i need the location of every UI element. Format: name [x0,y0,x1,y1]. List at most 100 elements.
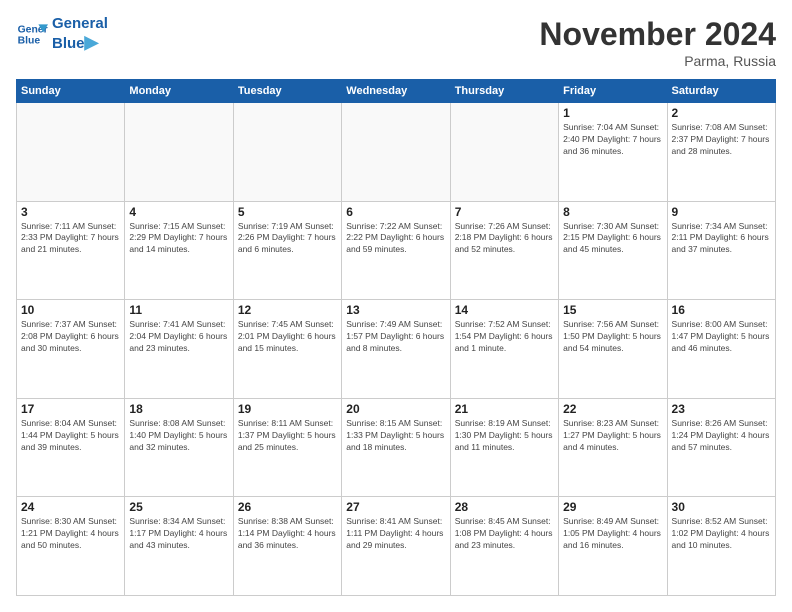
day-info: Sunrise: 8:45 AM Sunset: 1:08 PM Dayligh… [455,516,554,552]
calendar-cell-w4-d6: 22 Sunrise: 8:23 AM Sunset: 1:27 PM Dayli… [559,398,667,497]
calendar-cell-w2-d6: 8Sunrise: 7:30 AM Sunset: 2:15 PM Daylig… [559,201,667,300]
day-number: 29 [563,500,662,514]
calendar-cell-w3-d3: 12 Sunrise: 7:45 AM Sunset: 2:01 PM Dayli… [233,300,341,399]
day-info: Sunrise: 7:22 AM Sunset: 2:22 PM Dayligh… [346,221,445,257]
header: General Blue General Blue▶ November 2024… [16,16,776,69]
day-number: 4 [129,205,228,219]
week-row-2: 3Sunrise: 7:11 AM Sunset: 2:33 PM Daylig… [17,201,776,300]
day-number: 1 [563,106,662,120]
day-number: 6 [346,205,445,219]
day-number: 24 [21,500,120,514]
calendar-cell-w1-d2 [125,103,233,202]
day-info: Sunrise: 7:41 AM Sunset: 2:04 PM Dayligh… [129,319,228,355]
logo-icon: General Blue [16,18,48,50]
calendar-cell-w5-d5: 28 Sunrise: 8:45 AM Sunset: 1:08 PM Dayli… [450,497,558,596]
day-info: Sunrise: 7:45 AM Sunset: 2:01 PM Dayligh… [238,319,337,355]
day-number: 18 [129,402,228,416]
day-number: 20 [346,402,445,416]
day-info: Sunrise: 8:49 AM Sunset: 1:05 PM Dayligh… [563,516,662,552]
day-number: 7 [455,205,554,219]
calendar-cell-w3-d7: 16 Sunrise: 8:00 AM Sunset: 1:47 PM Dayli… [667,300,775,399]
day-info: Sunrise: 7:52 AM Sunset: 1:54 PM Dayligh… [455,319,554,355]
calendar-cell-w4-d1: 17Sunrise: 8:04 AM Sunset: 1:44 PM Dayli… [17,398,125,497]
day-info: Sunrise: 7:37 AM Sunset: 2:08 PM Dayligh… [21,319,120,355]
calendar-cell-w5-d2: 25 Sunrise: 8:34 AM Sunset: 1:17 PM Dayli… [125,497,233,596]
day-info: Sunrise: 8:26 AM Sunset: 1:24 PM Dayligh… [672,418,771,454]
title-block: November 2024 Parma, Russia [539,16,776,69]
day-info: Sunrise: 8:23 AM Sunset: 1:27 PM Dayligh… [563,418,662,454]
calendar-cell-w1-d6: 1 Sunrise: 7:04 AM Sunset: 2:40 PM Daylig… [559,103,667,202]
page: General Blue General Blue▶ November 2024… [0,0,792,612]
header-thursday: Thursday [450,80,558,103]
calendar-cell-w4-d2: 18 Sunrise: 8:08 AM Sunset: 1:40 PM Dayli… [125,398,233,497]
calendar-cell-w2-d3: 5 Sunrise: 7:19 AM Sunset: 2:26 PM Daylig… [233,201,341,300]
location: Parma, Russia [539,53,776,69]
day-number: 12 [238,303,337,317]
day-number: 16 [672,303,771,317]
day-info: Sunrise: 7:49 AM Sunset: 1:57 PM Dayligh… [346,319,445,355]
day-number: 30 [672,500,771,514]
day-info: Sunrise: 7:30 AM Sunset: 2:15 PM Dayligh… [563,221,662,257]
day-number: 19 [238,402,337,416]
day-number: 11 [129,303,228,317]
logo: General Blue General Blue▶ [16,16,108,52]
day-info: Sunrise: 8:52 AM Sunset: 1:02 PM Dayligh… [672,516,771,552]
calendar-cell-w4-d7: 23 Sunrise: 8:26 AM Sunset: 1:24 PM Dayli… [667,398,775,497]
calendar-cell-w2-d4: 6 Sunrise: 7:22 AM Sunset: 2:22 PM Daylig… [342,201,450,300]
calendar-cell-w4-d3: 19Sunrise: 8:11 AM Sunset: 1:37 PM Dayli… [233,398,341,497]
day-number: 22 [563,402,662,416]
day-number: 9 [672,205,771,219]
week-row-3: 10 Sunrise: 7:37 AM Sunset: 2:08 PM Dayli… [17,300,776,399]
day-info: Sunrise: 7:26 AM Sunset: 2:18 PM Dayligh… [455,221,554,257]
logo-text-line2: Blue▶ [52,33,108,53]
calendar-cell-w2-d7: 9 Sunrise: 7:34 AM Sunset: 2:11 PM Daylig… [667,201,775,300]
calendar-cell-w5-d3: 26Sunrise: 8:38 AM Sunset: 1:14 PM Dayli… [233,497,341,596]
day-number: 28 [455,500,554,514]
week-row-4: 17Sunrise: 8:04 AM Sunset: 1:44 PM Dayli… [17,398,776,497]
day-number: 3 [21,205,120,219]
calendar-cell-w3-d2: 11 Sunrise: 7:41 AM Sunset: 2:04 PM Dayli… [125,300,233,399]
calendar-cell-w5-d4: 27 Sunrise: 8:41 AM Sunset: 1:11 PM Dayli… [342,497,450,596]
calendar-cell-w1-d3 [233,103,341,202]
day-info: Sunrise: 7:08 AM Sunset: 2:37 PM Dayligh… [672,122,771,158]
header-sunday: Sunday [17,80,125,103]
calendar-cell-w2-d5: 7 Sunrise: 7:26 AM Sunset: 2:18 PM Daylig… [450,201,558,300]
day-number: 26 [238,500,337,514]
day-info: Sunrise: 8:19 AM Sunset: 1:30 PM Dayligh… [455,418,554,454]
calendar-cell-w5-d6: 29 Sunrise: 8:49 AM Sunset: 1:05 PM Dayli… [559,497,667,596]
day-info: Sunrise: 8:41 AM Sunset: 1:11 PM Dayligh… [346,516,445,552]
day-info: Sunrise: 8:00 AM Sunset: 1:47 PM Dayligh… [672,319,771,355]
calendar-cell-w1-d1 [17,103,125,202]
calendar-cell-w4-d4: 20Sunrise: 8:15 AM Sunset: 1:33 PM Dayli… [342,398,450,497]
day-number: 25 [129,500,228,514]
day-info: Sunrise: 7:04 AM Sunset: 2:40 PM Dayligh… [563,122,662,158]
day-number: 21 [455,402,554,416]
day-info: Sunrise: 7:56 AM Sunset: 1:50 PM Dayligh… [563,319,662,355]
day-number: 23 [672,402,771,416]
calendar-cell-w1-d4 [342,103,450,202]
month-title: November 2024 [539,16,776,53]
header-tuesday: Tuesday [233,80,341,103]
calendar-cell-w2-d1: 3Sunrise: 7:11 AM Sunset: 2:33 PM Daylig… [17,201,125,300]
day-info: Sunrise: 7:34 AM Sunset: 2:11 PM Dayligh… [672,221,771,257]
day-number: 5 [238,205,337,219]
header-friday: Friday [559,80,667,103]
day-number: 15 [563,303,662,317]
week-row-5: 24 Sunrise: 8:30 AM Sunset: 1:21 PM Dayli… [17,497,776,596]
day-number: 17 [21,402,120,416]
header-wednesday: Wednesday [342,80,450,103]
day-info: Sunrise: 8:34 AM Sunset: 1:17 PM Dayligh… [129,516,228,552]
logo-text-line1: General [52,16,108,33]
day-info: Sunrise: 8:08 AM Sunset: 1:40 PM Dayligh… [129,418,228,454]
day-number: 27 [346,500,445,514]
day-number: 10 [21,303,120,317]
header-saturday: Saturday [667,80,775,103]
svg-text:Blue: Blue [18,36,41,47]
calendar-cell-w4-d5: 21 Sunrise: 8:19 AM Sunset: 1:30 PM Dayli… [450,398,558,497]
day-info: Sunrise: 7:19 AM Sunset: 2:26 PM Dayligh… [238,221,337,257]
day-info: Sunrise: 8:30 AM Sunset: 1:21 PM Dayligh… [21,516,120,552]
weekday-header-row: Sunday Monday Tuesday Wednesday Thursday… [17,80,776,103]
header-monday: Monday [125,80,233,103]
calendar-cell-w3-d4: 13Sunrise: 7:49 AM Sunset: 1:57 PM Dayli… [342,300,450,399]
calendar-cell-w3-d5: 14Sunrise: 7:52 AM Sunset: 1:54 PM Dayli… [450,300,558,399]
